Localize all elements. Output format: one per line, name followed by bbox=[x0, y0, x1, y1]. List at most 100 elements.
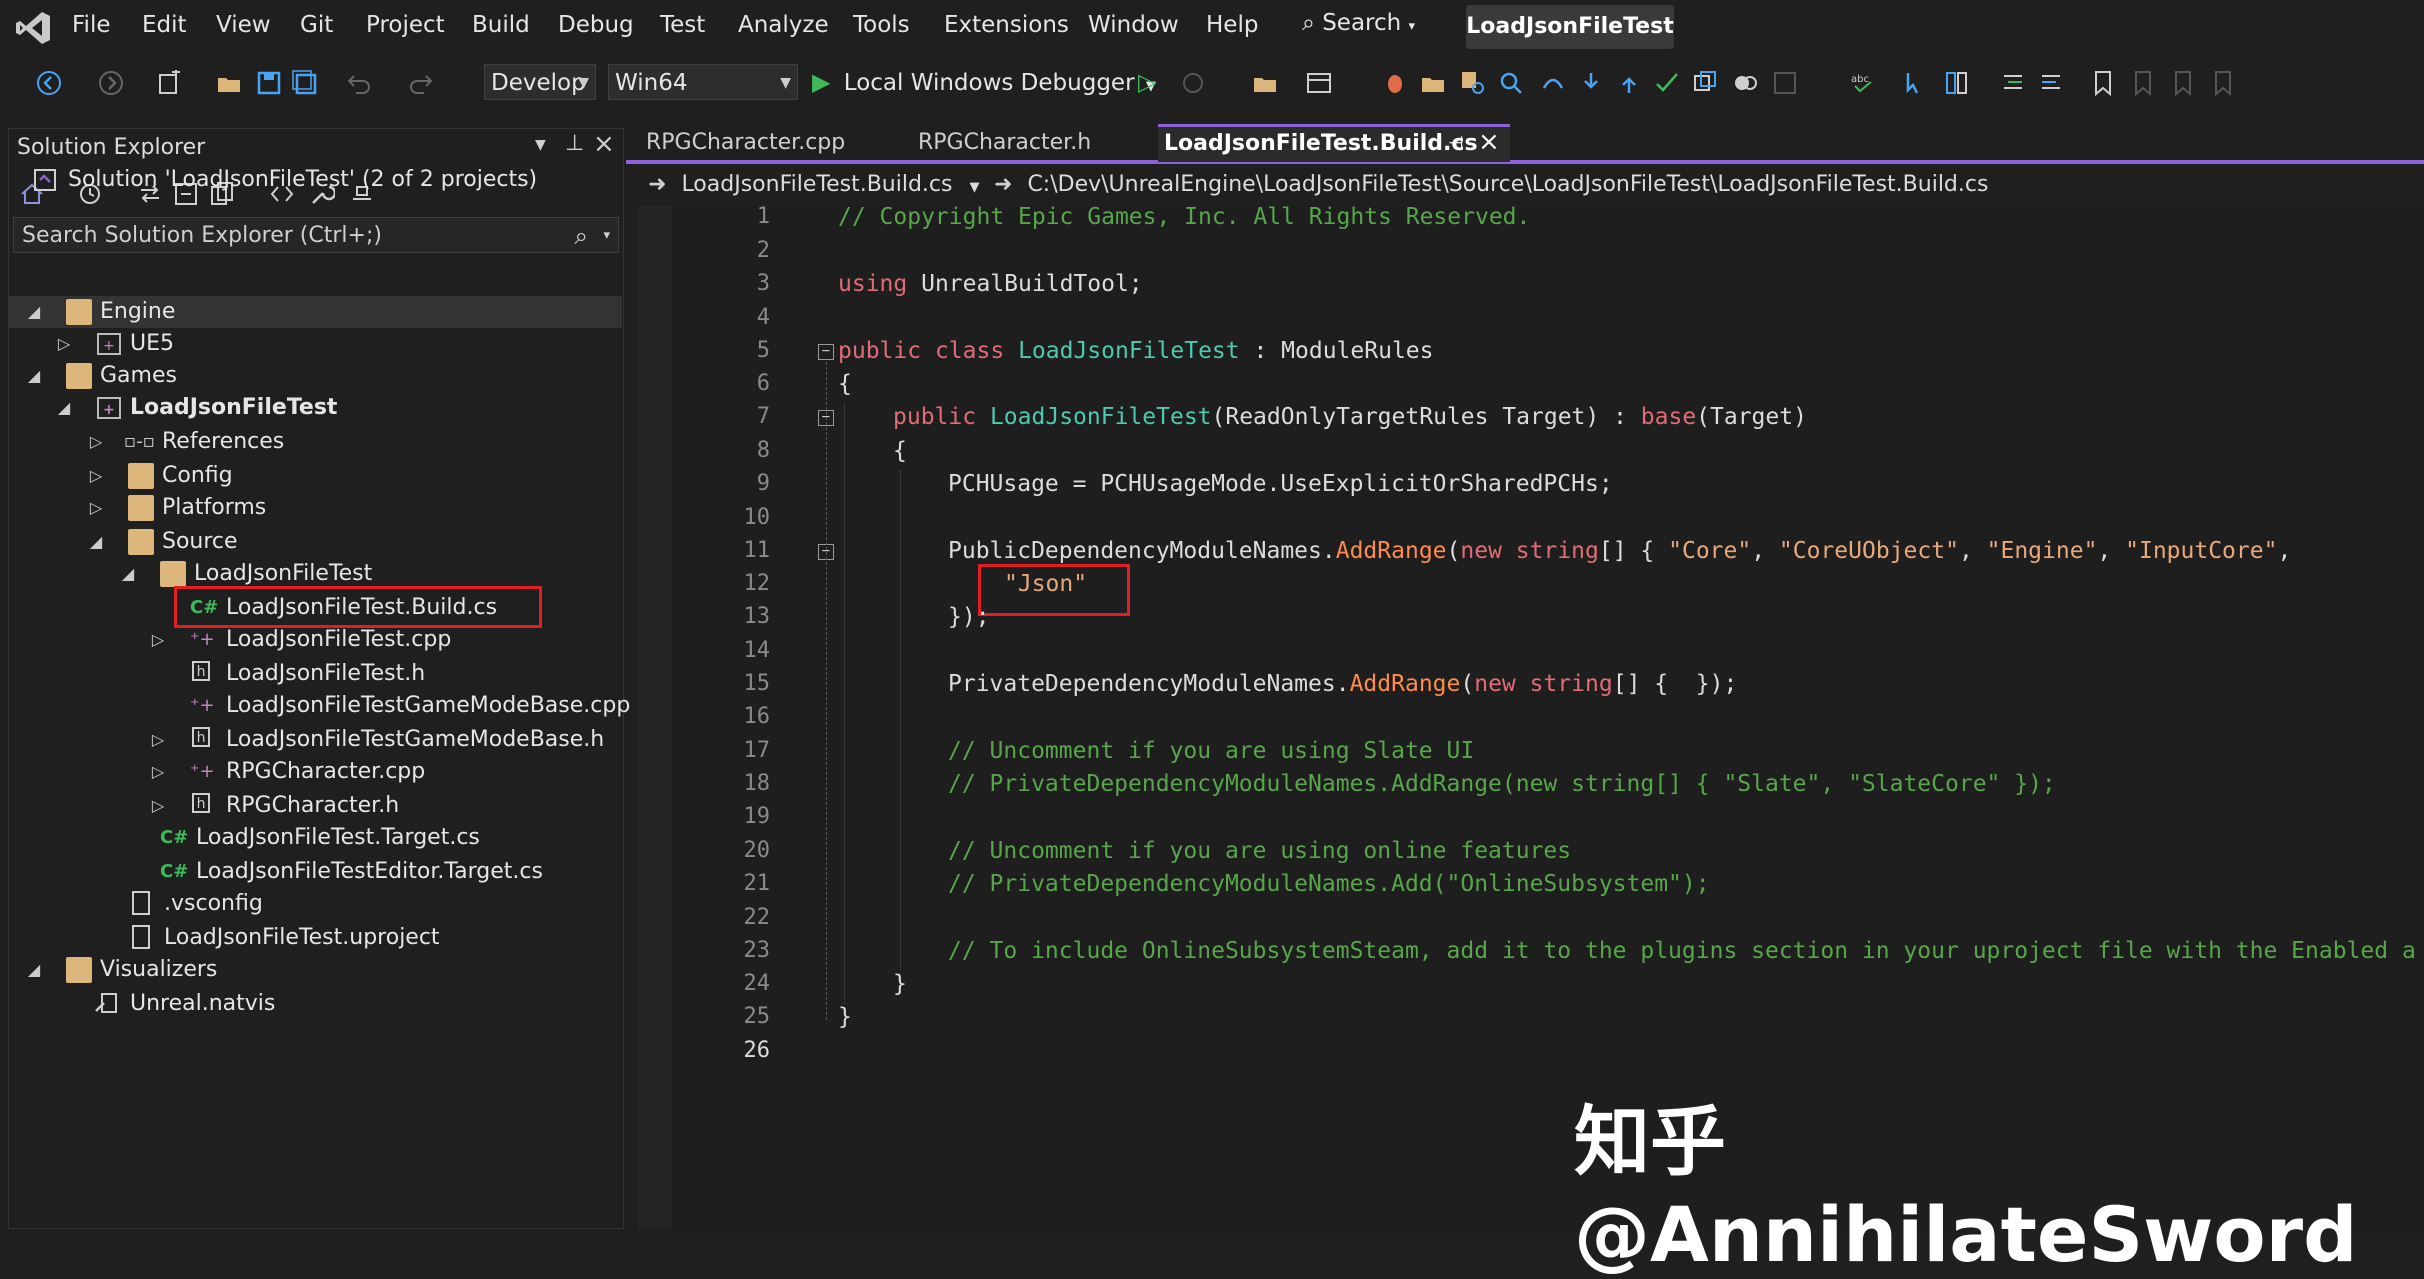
code-line-24: } bbox=[893, 971, 907, 997]
expanded-arrow-icon[interactable]: ◢ bbox=[26, 360, 42, 392]
clear-bookmarks-icon[interactable] bbox=[2210, 70, 2236, 96]
next-bookmark-icon[interactable] bbox=[2170, 70, 2196, 96]
chevron-down-icon[interactable]: ▼ bbox=[535, 137, 546, 153]
comment-lines-icon[interactable] bbox=[2000, 70, 2026, 96]
line-number: 1 bbox=[756, 204, 770, 229]
collapsed-arrow-icon[interactable]: ▷ bbox=[56, 328, 72, 360]
save-icon[interactable] bbox=[256, 70, 282, 96]
code-token: (ReadOnlyTargetRules Target) : bbox=[1211, 404, 1641, 430]
menu-project[interactable]: Project bbox=[366, 12, 445, 38]
undo-icon[interactable] bbox=[346, 70, 372, 96]
uncomment-lines-icon[interactable] bbox=[2038, 70, 2064, 96]
spelling-abc-icon[interactable]: abc bbox=[1850, 70, 1876, 96]
search-menu[interactable]: ⌕ Search ▾ bbox=[1302, 10, 1415, 36]
window-layout-icon[interactable] bbox=[1306, 70, 1332, 96]
spell-check-icon[interactable] bbox=[1654, 70, 1680, 96]
save-all-icon[interactable] bbox=[292, 70, 318, 96]
open-folder-icon[interactable] bbox=[216, 70, 242, 96]
chevron-down-icon: ▼ bbox=[969, 180, 980, 195]
disabled-command-icon[interactable] bbox=[1772, 70, 1798, 96]
cursor-icon[interactable] bbox=[1904, 70, 1930, 96]
line-number: 14 bbox=[743, 638, 771, 663]
menu-view[interactable]: View bbox=[216, 12, 271, 38]
collapsed-arrow-icon[interactable]: ▷ bbox=[150, 624, 166, 656]
menu-extensions[interactable]: Extensions bbox=[944, 12, 1069, 38]
collapsed-arrow-icon[interactable]: ▷ bbox=[88, 492, 104, 524]
collapsed-arrow-icon[interactable]: ▷ bbox=[150, 790, 166, 822]
tree-item-label: Platforms bbox=[162, 495, 267, 520]
menu-help[interactable]: Help bbox=[1206, 12, 1258, 38]
find-icon[interactable] bbox=[1498, 70, 1524, 96]
line-number: 25 bbox=[743, 1004, 771, 1029]
toggle-window-icon[interactable] bbox=[1692, 70, 1718, 96]
method-token: AddRange bbox=[1349, 671, 1461, 697]
collapse-region-icon[interactable]: − bbox=[818, 344, 834, 360]
menu-build[interactable]: Build bbox=[472, 12, 530, 38]
solution-title-badge: LoadJsonFileTest bbox=[1466, 5, 1674, 49]
find-in-files-icon[interactable] bbox=[1460, 70, 1486, 96]
tab-rpgcharacter-h[interactable]: RPGCharacter.h bbox=[914, 124, 1158, 162]
code-line-18: // PrivateDependencyModuleNames.AddRange… bbox=[948, 771, 2056, 797]
collapsed-arrow-icon[interactable]: ▷ bbox=[150, 756, 166, 788]
collapsed-arrow-icon[interactable]: ▷ bbox=[88, 460, 104, 492]
bug-icon[interactable] bbox=[1382, 70, 1408, 96]
expanded-arrow-icon[interactable]: ◢ bbox=[56, 392, 72, 424]
tab-build-cs[interactable]: LoadJsonFileTest.Build.cs ⊣ × bbox=[1158, 124, 1510, 162]
menu-debug[interactable]: Debug bbox=[558, 12, 634, 38]
tree-item-label: .vsconfig bbox=[164, 891, 263, 916]
keyword-token: string bbox=[1515, 538, 1599, 564]
tree-item-label: Games bbox=[100, 363, 177, 388]
solution-configuration-select[interactable]: Develop ▼ bbox=[484, 64, 596, 100]
panel-title: Solution Explorer bbox=[17, 135, 206, 160]
menu-window[interactable]: Window bbox=[1088, 12, 1179, 38]
breakpoint-icon[interactable] bbox=[1732, 70, 1758, 96]
open-folder-icon[interactable] bbox=[1252, 70, 1278, 96]
attach-process-icon[interactable] bbox=[1180, 70, 1206, 96]
menu-test[interactable]: Test bbox=[660, 12, 705, 38]
code-line-3: using UnrealBuildTool; bbox=[838, 271, 1143, 297]
collapsed-arrow-icon[interactable]: ▷ bbox=[88, 426, 104, 458]
menu-tools[interactable]: Tools bbox=[853, 12, 910, 38]
start-debugging-button[interactable]: ▶ Local Windows Debugger ▼ bbox=[812, 64, 1156, 100]
line-number: 2 bbox=[756, 238, 770, 263]
close-icon[interactable]: × bbox=[593, 129, 615, 159]
expanded-arrow-icon[interactable]: ◢ bbox=[26, 296, 42, 328]
solution-search-input[interactable]: Search Solution Explorer (Ctrl+;) ⌕ ▾ bbox=[13, 217, 619, 253]
step-over-icon[interactable] bbox=[1540, 70, 1566, 96]
menu-analyze[interactable]: Analyze bbox=[738, 12, 829, 38]
step-out-icon[interactable] bbox=[1616, 70, 1642, 96]
navigate-forward-icon[interactable] bbox=[98, 70, 124, 96]
folder-open-icon[interactable] bbox=[1420, 70, 1446, 96]
close-icon[interactable]: × bbox=[1478, 125, 1500, 159]
prev-bookmark-icon[interactable] bbox=[2130, 70, 2156, 96]
collapsed-arrow-icon[interactable]: ▷ bbox=[150, 724, 166, 756]
start-without-debugging-icon[interactable]: ▷ bbox=[1138, 64, 1156, 100]
new-project-icon[interactable] bbox=[156, 70, 182, 96]
svg-text:+: + bbox=[103, 338, 115, 354]
tab-rpgcharacter-cpp[interactable]: RPGCharacter.cpp bbox=[642, 124, 906, 162]
line-number: 19 bbox=[743, 804, 771, 829]
expanded-arrow-icon[interactable]: ◢ bbox=[26, 954, 42, 986]
path-dropdown[interactable]: ➜ C:\Dev\UnrealEngine\LoadJsonFileTest\S… bbox=[994, 166, 1988, 204]
menu-edit[interactable]: Edit bbox=[142, 12, 187, 38]
tab-label: RPGCharacter.h bbox=[918, 130, 1092, 155]
visual-studio-logo-icon[interactable] bbox=[14, 8, 54, 48]
tree-item-label: LoadJsonFileTest.h bbox=[226, 661, 426, 686]
step-into-icon[interactable] bbox=[1578, 70, 1604, 96]
column-layout-icon[interactable] bbox=[1944, 70, 1970, 96]
bookmark-icon[interactable] bbox=[2090, 70, 2116, 96]
navigate-back-icon[interactable] bbox=[36, 70, 62, 96]
tree-item-label: LoadJsonFileTest.Target.cs bbox=[196, 825, 480, 850]
solution-platform-select[interactable]: Win64 ▼ bbox=[608, 64, 798, 100]
folder-icon bbox=[160, 561, 186, 587]
pin-icon[interactable]: ⊣ bbox=[1448, 127, 1464, 161]
code-line-6: { bbox=[838, 371, 852, 397]
pin-icon[interactable]: ⊥ bbox=[565, 131, 584, 156]
class-token: LoadJsonFileTest bbox=[1018, 338, 1240, 364]
redo-icon[interactable] bbox=[408, 70, 434, 96]
expanded-arrow-icon[interactable]: ◢ bbox=[120, 558, 136, 590]
expanded-arrow-icon[interactable]: ◢ bbox=[88, 526, 104, 558]
file-scope-dropdown[interactable]: ➜ LoadJsonFileTest.Build.cs ▼ bbox=[648, 166, 979, 204]
menu-git[interactable]: Git bbox=[300, 12, 333, 38]
menu-file[interactable]: File bbox=[72, 12, 111, 38]
